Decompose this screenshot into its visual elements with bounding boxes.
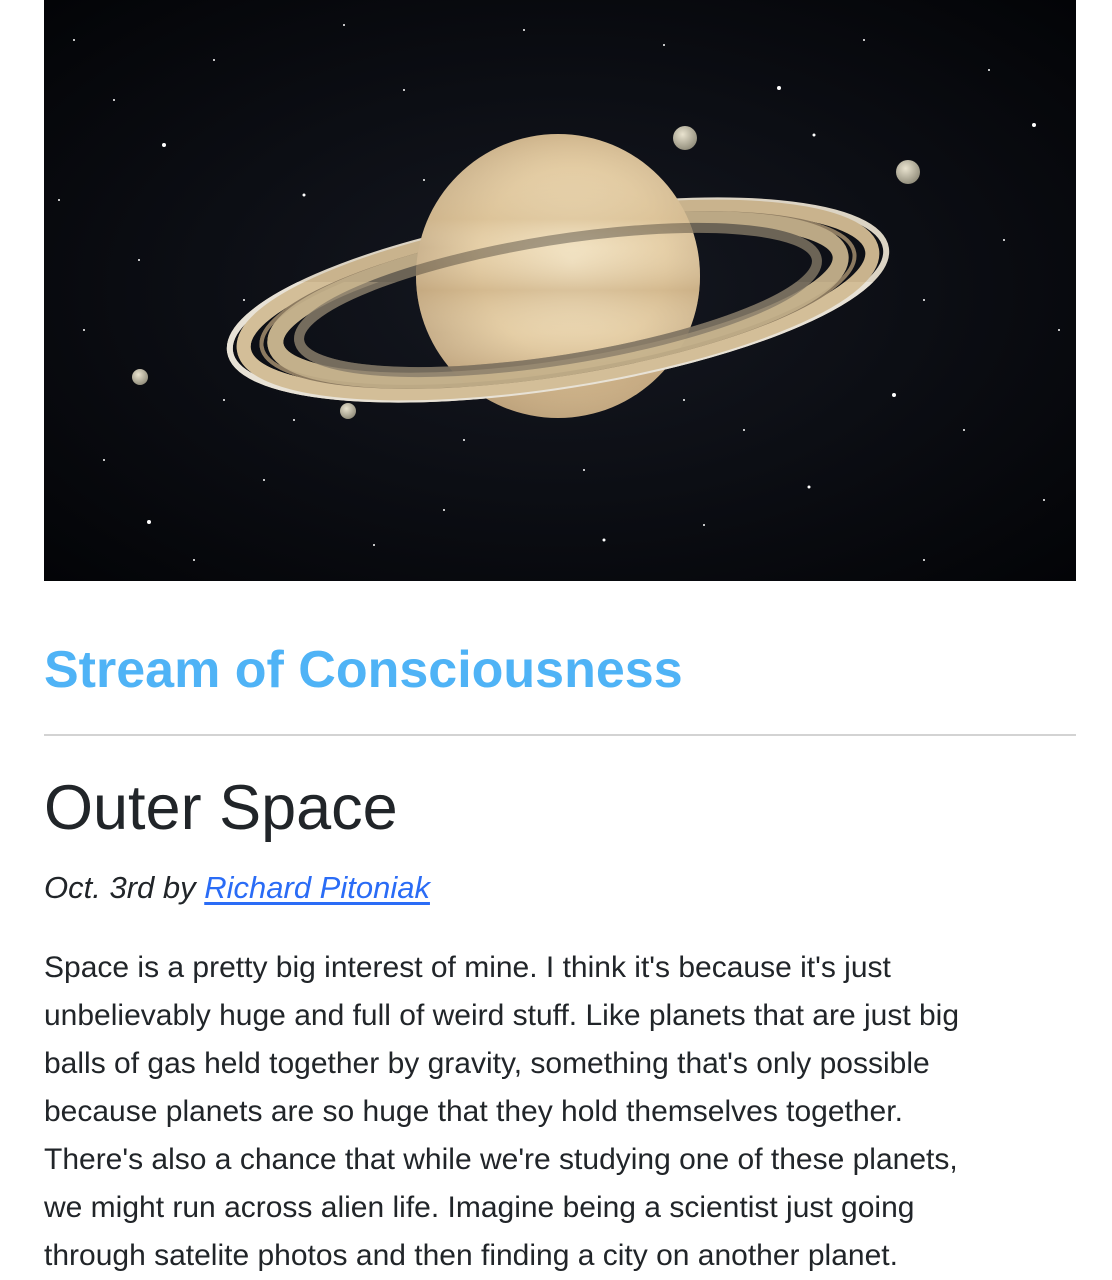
blog-title[interactable]: Stream of Consciousness [44,636,683,704]
post-body-line: through satelite photos and then finding… [44,1239,898,1272]
post-byline: Oct. 3rd by Richard Pitoniak [44,867,430,909]
author-link[interactable]: Richard Pitoniak [204,870,430,905]
post-body-line: There's also a chance that while we're s… [44,1143,958,1176]
post-body-line: unbelievably huge and full of weird stuf… [44,999,960,1032]
post-body-line: Space is a pretty big interest of mine. … [44,951,891,984]
post-body-line: we might run across alien life. Imagine … [44,1191,915,1224]
post-body: Space is a pretty big interest of mine. … [44,944,1076,1280]
post-body-line: because planets are so huge that they ho… [44,1095,903,1128]
post-date: Oct. 3rd by [44,870,205,905]
post-body-line: balls of gas held together by gravity, s… [44,1047,930,1080]
header-divider [44,734,1076,736]
hero-image [44,0,1076,581]
saturn-illustration [44,0,1076,581]
post-title: Outer Space [44,773,398,843]
